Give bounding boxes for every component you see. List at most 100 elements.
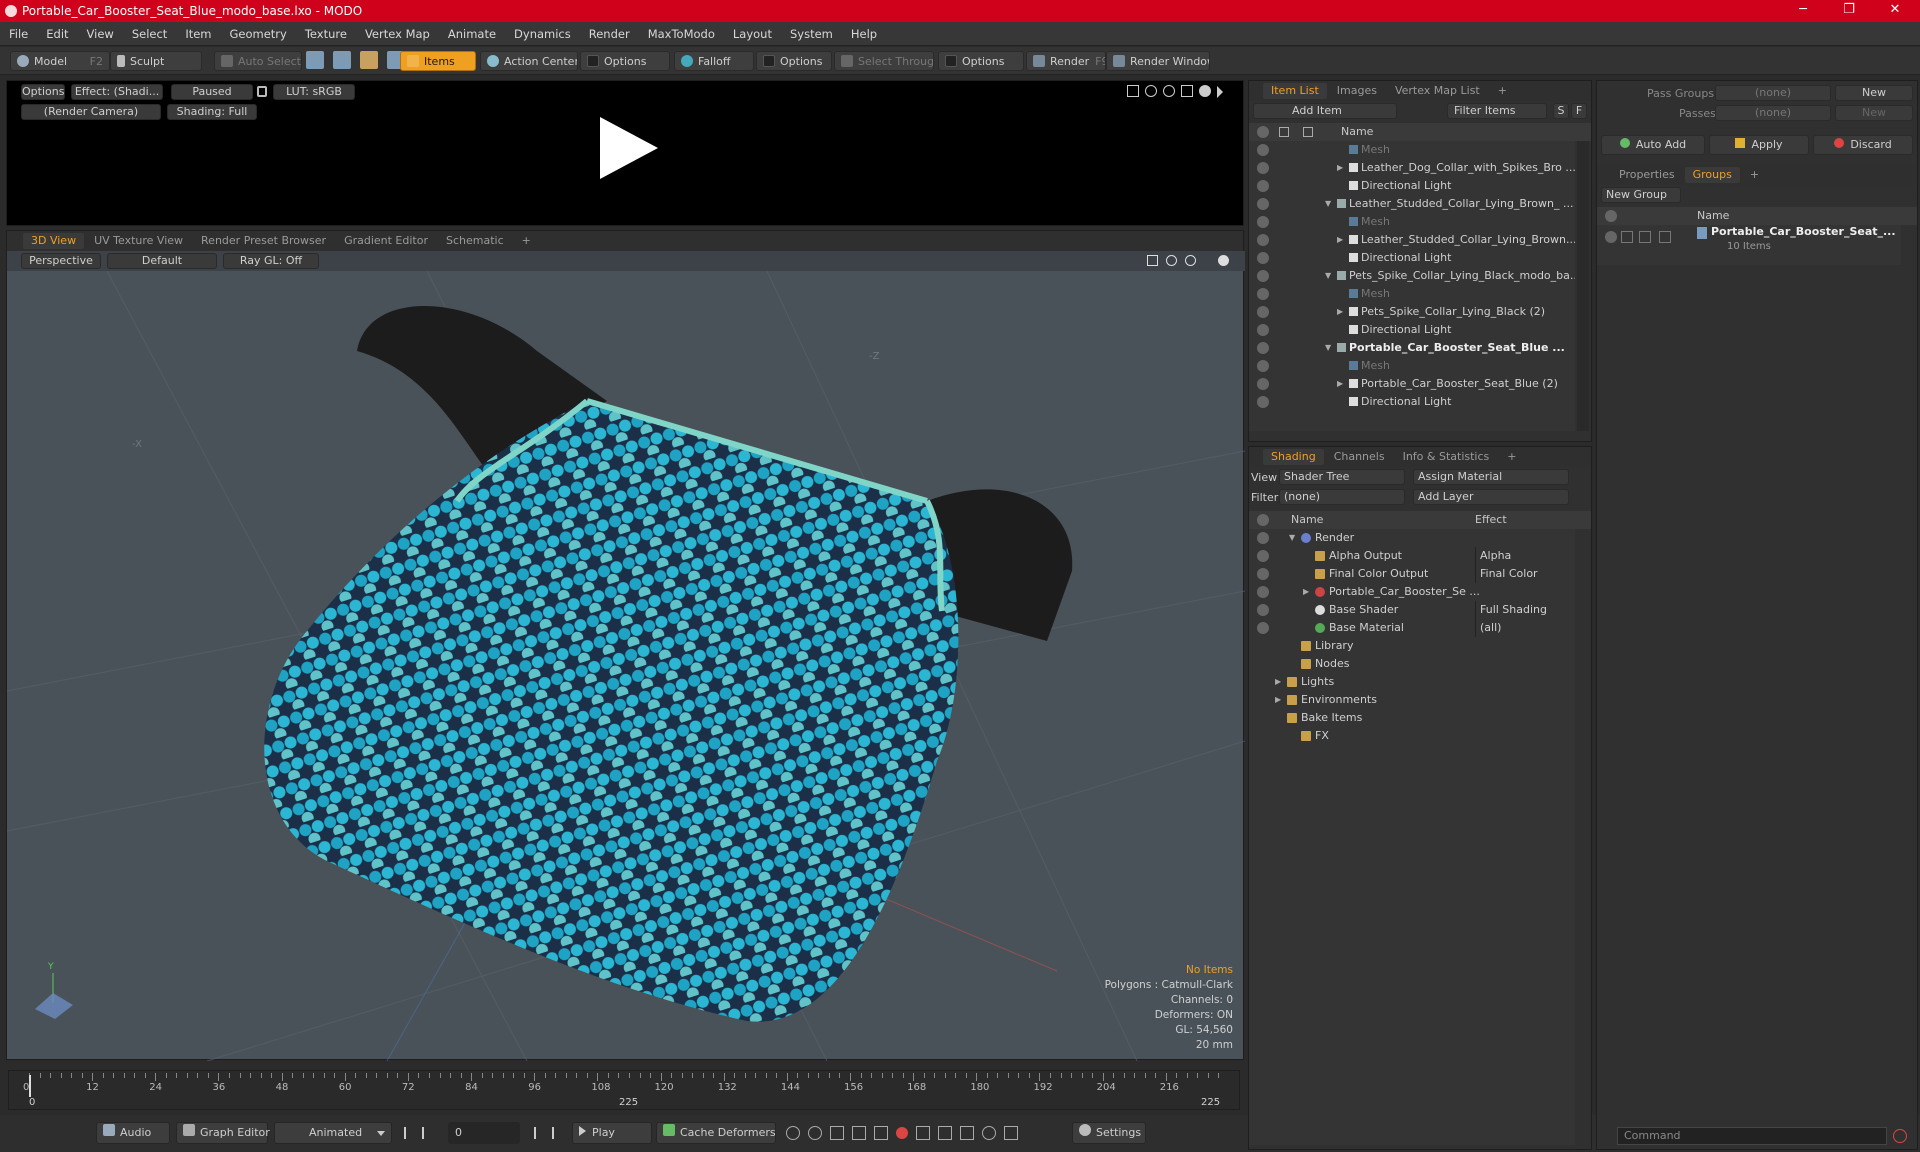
- menu-geometry[interactable]: Geometry: [221, 27, 296, 41]
- tab-images[interactable]: Images: [1329, 83, 1385, 99]
- add-tab-button[interactable]: +: [514, 233, 539, 249]
- menu-dynamics[interactable]: Dynamics: [505, 27, 580, 41]
- audio-button[interactable]: Audio: [96, 1122, 170, 1144]
- visibility-icon[interactable]: [1257, 604, 1269, 616]
- items-mode-button[interactable]: Items: [400, 51, 476, 71]
- expand-down-icon[interactable]: ▼: [1289, 529, 1295, 547]
- animated-dropdown[interactable]: Animated: [274, 1122, 392, 1144]
- menu-file[interactable]: File: [0, 27, 37, 41]
- assign-material-button[interactable]: Assign Material: [1413, 469, 1569, 485]
- item-list-row[interactable]: ▶ Leather_Dog_Collar_with_Spikes_Bro ...: [1249, 159, 1575, 177]
- item-list-row[interactable]: ▼ Portable_Car_Booster_Seat_Blue ...: [1249, 339, 1575, 357]
- key-icon[interactable]: [786, 1126, 800, 1140]
- effect-dropdown[interactable]: Alpha: [1475, 547, 1571, 565]
- item-list-row[interactable]: ▶ Pets_Spike_Collar_Lying_Black (2): [1249, 303, 1575, 321]
- apply-button[interactable]: Apply: [1709, 135, 1809, 155]
- close-icon[interactable]: ✕: [1872, 0, 1918, 22]
- falloff-button[interactable]: Falloff: [674, 51, 754, 71]
- filter-items-input[interactable]: Filter Items: [1447, 103, 1547, 119]
- shader-row[interactable]: ▶ Portable_Car_Booster_Se ...: [1249, 583, 1575, 601]
- record-icon[interactable]: [896, 1127, 908, 1139]
- action-center-button[interactable]: Action Center: [480, 51, 578, 71]
- tab-shading[interactable]: Shading: [1263, 449, 1324, 465]
- auto-key-icon[interactable]: [874, 1126, 888, 1140]
- visibility-icon[interactable]: [1257, 324, 1269, 336]
- step-forward-icon[interactable]: [526, 1127, 536, 1139]
- gear-icon[interactable]: [1199, 85, 1211, 97]
- shader-row[interactable]: ▶ Environments: [1249, 691, 1575, 709]
- shader-row[interactable]: FX: [1249, 727, 1575, 745]
- key-all-icon[interactable]: [808, 1126, 822, 1140]
- expand-down-icon[interactable]: ▼: [1325, 195, 1331, 213]
- add-tab-button[interactable]: +: [1742, 167, 1767, 183]
- visibility-icon[interactable]: [1257, 396, 1269, 408]
- effect-dropdown[interactable]: Full Shading: [1475, 601, 1571, 619]
- visibility-icon[interactable]: [1257, 252, 1269, 264]
- perspective-dropdown[interactable]: Perspective: [21, 253, 101, 269]
- filter-f-button[interactable]: F: [1571, 103, 1587, 119]
- lut-dropdown[interactable]: LUT: sRGB: [273, 84, 355, 100]
- tab-item-list[interactable]: Item List: [1263, 83, 1327, 99]
- shader-row[interactable]: Final Color Output Final Color: [1249, 565, 1575, 583]
- tab-render-preset-browser[interactable]: Render Preset Browser: [193, 233, 334, 249]
- tab-channels[interactable]: Channels: [1326, 449, 1393, 465]
- effect-dropdown[interactable]: Final Color: [1475, 565, 1571, 583]
- menu-help[interactable]: Help: [842, 27, 886, 41]
- visibility-icon[interactable]: [1257, 550, 1269, 562]
- visibility-icon[interactable]: [1257, 586, 1269, 598]
- item-list-row[interactable]: ▶ Leather_Studded_Collar_Lying_Brown...: [1249, 231, 1575, 249]
- tab-3d-view[interactable]: 3D View: [23, 233, 85, 249]
- polygons-mode-icon[interactable]: [360, 51, 378, 69]
- filter-s-button[interactable]: S: [1553, 103, 1569, 119]
- falloff-options-button[interactable]: Options: [756, 51, 832, 71]
- filter-dropdown[interactable]: (none): [1279, 489, 1405, 505]
- maximize-icon[interactable]: ❐: [1826, 0, 1872, 22]
- pass-groups-dropdown[interactable]: (none): [1715, 85, 1831, 101]
- step-back-icon[interactable]: [422, 1127, 432, 1139]
- chevron-right-icon[interactable]: [1217, 86, 1223, 98]
- zoom-icon[interactable]: [1163, 85, 1175, 97]
- menu-system[interactable]: System: [781, 27, 842, 41]
- tab-gradient-editor[interactable]: Gradient Editor: [336, 233, 436, 249]
- vertices-mode-icon[interactable]: [306, 51, 324, 69]
- item-list-row[interactable]: Directional Light: [1249, 393, 1575, 411]
- expand-right-icon[interactable]: ▶: [1337, 303, 1343, 321]
- settings-button[interactable]: Settings: [1072, 1122, 1146, 1144]
- shader-row[interactable]: Library: [1249, 637, 1575, 655]
- tab-schematic[interactable]: Schematic: [438, 233, 512, 249]
- cache-deformers-button[interactable]: Cache Deformers: [656, 1122, 776, 1144]
- timeline[interactable]: 0 12 24 36 48 60 72 84 96 108 120 132 144 156 168 180 19…: [8, 1070, 1240, 1110]
- add-layer-dropdown[interactable]: Add Layer: [1413, 489, 1569, 505]
- sculpt-button[interactable]: Sculpt: [110, 51, 202, 71]
- action-center-options-button[interactable]: Options: [580, 51, 670, 71]
- visibility-icon[interactable]: [1605, 231, 1617, 243]
- item-list-row[interactable]: ▼ Leather_Studded_Collar_Lying_Brown_ ...: [1249, 195, 1575, 213]
- play-button[interactable]: Play: [572, 1122, 652, 1144]
- raygl-dropdown[interactable]: Ray GL: Off: [223, 253, 319, 269]
- group-row[interactable]: Portable_Car_Booster_Seat_... 10 Items: [1597, 225, 1901, 265]
- playhead[interactable]: [29, 1075, 31, 1097]
- tab-info-statistics[interactable]: Info & Statistics: [1395, 449, 1498, 465]
- menu-vertex-map[interactable]: Vertex Map: [356, 27, 439, 41]
- graph-editor-button[interactable]: Graph Editor: [176, 1122, 270, 1144]
- auto-select-button[interactable]: Auto Select: [214, 51, 302, 71]
- jump-forward-icon[interactable]: [960, 1126, 974, 1140]
- shader-row[interactable]: Bake Items: [1249, 709, 1575, 727]
- visibility-icon[interactable]: [1257, 198, 1269, 210]
- prev-key-icon[interactable]: [830, 1126, 844, 1140]
- shader-row[interactable]: Alpha Output Alpha: [1249, 547, 1575, 565]
- preview-effect-dropdown[interactable]: Effect: (Shadi...: [71, 84, 163, 100]
- visibility-icon[interactable]: [1257, 162, 1269, 174]
- visibility-icon[interactable]: [1257, 306, 1269, 318]
- item-list-row[interactable]: Mesh: [1249, 357, 1575, 375]
- frame-input[interactable]: 0: [448, 1122, 520, 1144]
- visibility-icon[interactable]: [1257, 342, 1269, 354]
- effect-dropdown[interactable]: (all): [1475, 619, 1571, 637]
- shader-row[interactable]: Nodes: [1249, 655, 1575, 673]
- passes-dropdown[interactable]: (none): [1715, 105, 1831, 121]
- tab-vertex-map-list[interactable]: Vertex Map List: [1387, 83, 1488, 99]
- item-list-row[interactable]: Mesh: [1249, 141, 1575, 159]
- visibility-icon[interactable]: [1257, 234, 1269, 246]
- pan-icon[interactable]: [1147, 255, 1158, 266]
- item-list-row[interactable]: Mesh: [1249, 213, 1575, 231]
